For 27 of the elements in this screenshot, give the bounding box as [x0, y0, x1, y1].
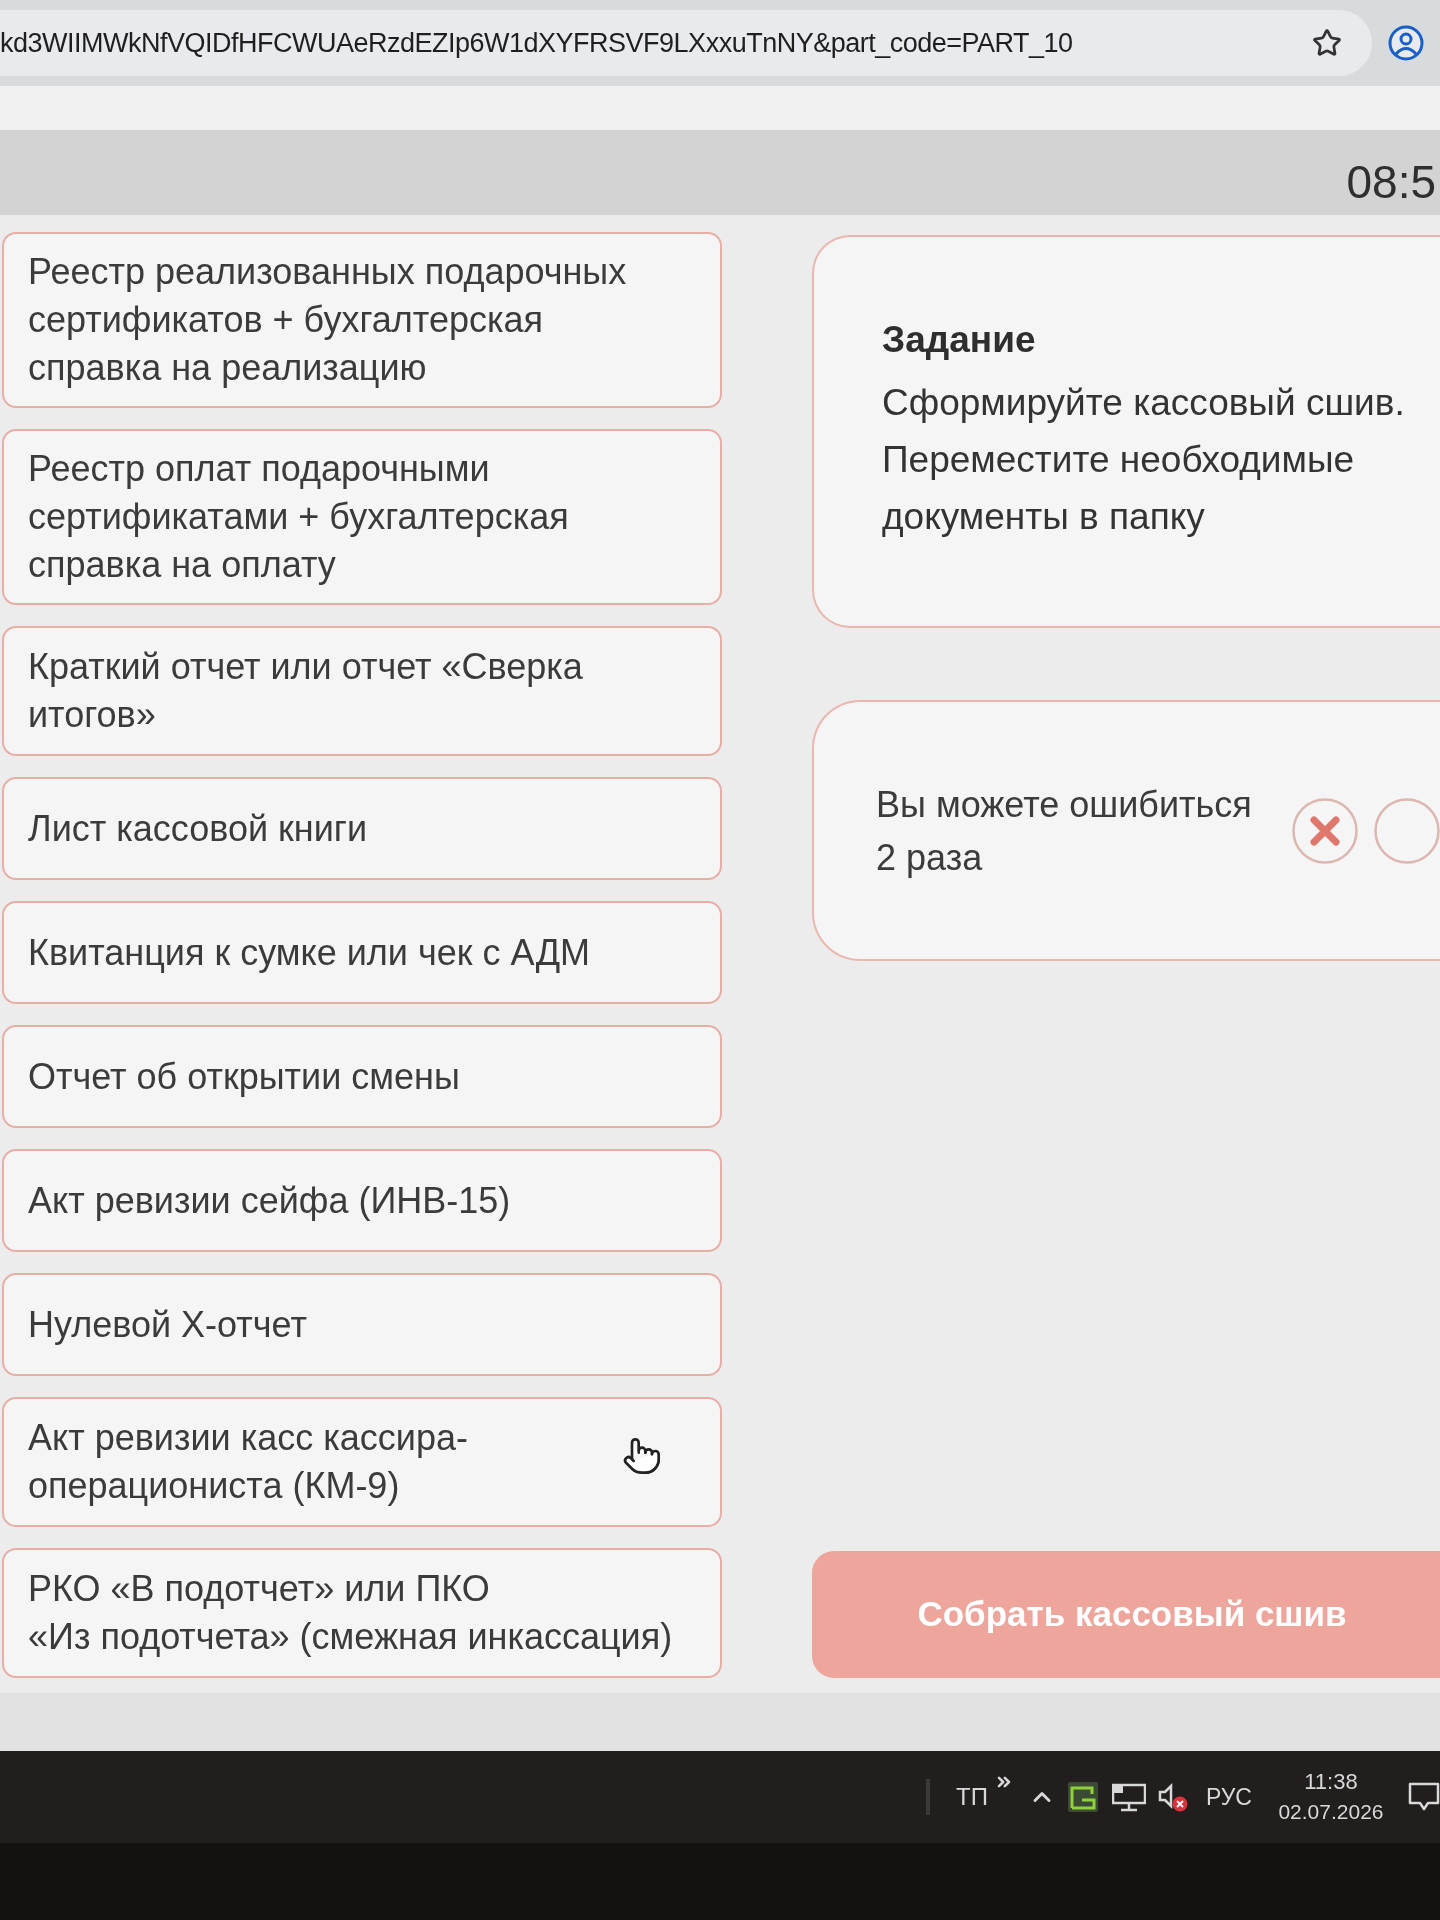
document-card[interactable]: Лист кассовой книги [2, 777, 722, 880]
input-language[interactable]: РУС [1205, 1779, 1252, 1815]
url-text: kd3WIIMWkNfVQIDfHFCWUAeRzdEZIp6W1dXYFRSVF9LXxxuTnNY&part_code=PART_10 [0, 26, 1073, 60]
bookmark-star-icon[interactable] [1312, 28, 1342, 58]
document-card[interactable]: Краткий отчет или отчет «Сверка итогов» [2, 626, 722, 756]
task-title: Задание [882, 318, 1037, 362]
document-card[interactable]: Нулевой Х-отчет [2, 1273, 722, 1376]
toolbar-label[interactable]: ТП [956, 1779, 988, 1815]
document-card[interactable]: РКО «В подотчет» или ПКО «Из подотчета» (смежная инкассация) [2, 1548, 722, 1678]
taskbar-clock[interactable]: 11:38 02.07.2026 [1276, 1767, 1386, 1827]
tray-app-icon[interactable] [1067, 1782, 1098, 1812]
speaker-muted-icon[interactable] [1157, 1782, 1188, 1812]
task-text: Сформируйте кассовый сшив. Переместите необходимые документы в папку [882, 381, 1406, 539]
notification-icon[interactable] [1408, 1781, 1440, 1813]
timer-text: 08:5 [1346, 159, 1436, 205]
address-bar[interactable]: kd3WIIMWkNfVQIDfHFCWUAeRzdEZIp6W1dXYFRSVF9LXxxuTnNY&part_code=PART_10 [0, 10, 1372, 76]
document-card[interactable]: Отчет об открытии смены [2, 1025, 722, 1128]
document-card[interactable]: Акт ревизии сейфа (ИНВ-15) [2, 1149, 722, 1252]
document-card[interactable]: Реестр оплат подарочными сертификатами + бухгалтерская справка на оплату [2, 429, 722, 605]
clock-date: 02.07.2026 [1278, 1799, 1384, 1825]
clock-time: 11:38 [1304, 1768, 1358, 1796]
network-monitor-icon[interactable] [1111, 1782, 1146, 1812]
document-card[interactable]: Реестр реализованных подарочных сертификатов + бухгалтерская справка на реализацию [2, 232, 722, 408]
profile-icon[interactable] [1388, 25, 1424, 61]
document-card[interactable]: Акт ревизии касс кассира- операциониста (КМ-9) [2, 1397, 722, 1527]
attempts-text: Вы можете ошибиться 2 раза [876, 782, 1252, 880]
document-card[interactable]: Квитанция к сумке или чек с АДМ [2, 901, 722, 1004]
